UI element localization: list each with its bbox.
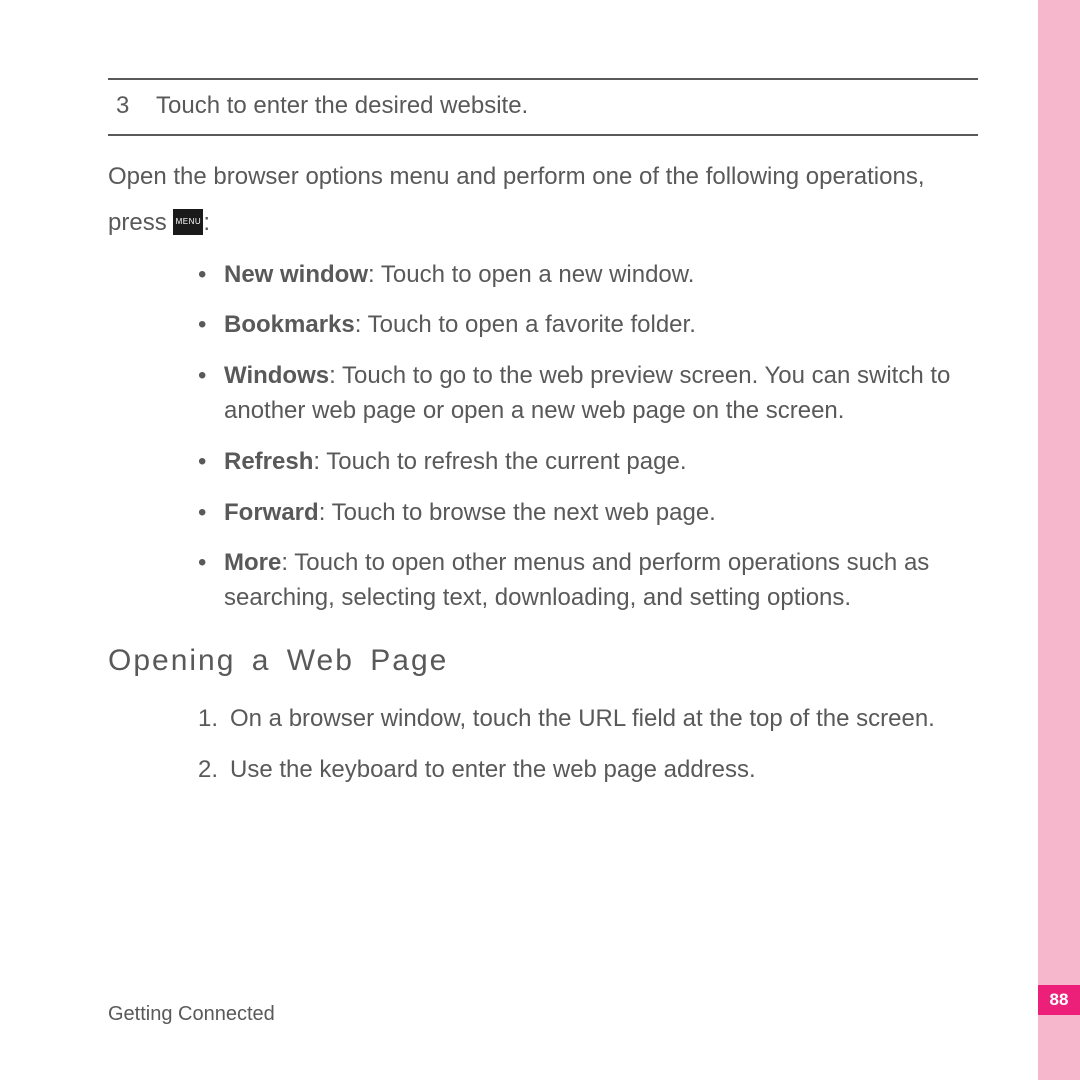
option-text: : Touch to open a favorite folder.: [355, 311, 696, 338]
list-item: New window: Touch to open a new window.: [198, 258, 978, 293]
option-label: More: [224, 549, 281, 576]
option-label: Forward: [224, 499, 319, 526]
section-heading: Opening a Web Page: [108, 644, 978, 678]
list-item: Forward: Touch to browse the next web pa…: [198, 496, 978, 531]
intro-paragraph: Open the browser options menu and perfor…: [108, 154, 978, 245]
intro-text-after: :: [203, 209, 210, 236]
option-label: Windows: [224, 362, 329, 389]
list-item: Refresh: Touch to refresh the current pa…: [198, 445, 978, 480]
list-item: Use the keyboard to enter the web page a…: [198, 753, 978, 788]
step-text: Touch to enter the desired website.: [148, 79, 978, 135]
option-text: : Touch to refresh the current page.: [313, 448, 686, 475]
option-text: : Touch to browse the next web page.: [319, 499, 716, 526]
step-number: 3: [108, 79, 148, 135]
option-label: Bookmarks: [224, 311, 355, 338]
option-text: : Touch to open other menus and perform …: [224, 549, 929, 611]
menu-key-icon: MENU: [173, 209, 203, 235]
intro-text-before: Open the browser options menu and perfor…: [108, 163, 925, 236]
list-item: On a browser window, touch the URL field…: [198, 702, 978, 737]
list-item: Windows: Touch to go to the web preview …: [198, 359, 978, 429]
options-list: New window: Touch to open a new window. …: [198, 258, 978, 616]
list-item: More: Touch to open other menus and perf…: [198, 546, 978, 616]
side-stripe: [1038, 0, 1080, 1080]
steps-list: On a browser window, touch the URL field…: [198, 702, 978, 788]
numbered-step-row: 3 Touch to enter the desired website.: [108, 78, 978, 136]
option-label: New window: [224, 261, 368, 288]
list-item: Bookmarks: Touch to open a favorite fold…: [198, 308, 978, 343]
footer-section-label: Getting Connected: [108, 1003, 275, 1026]
page-content: 3 Touch to enter the desired website. Op…: [108, 78, 978, 804]
option-text: : Touch to go to the web preview screen.…: [224, 362, 950, 424]
page-number-tab: 88: [1038, 985, 1080, 1015]
option-text: : Touch to open a new window.: [368, 261, 694, 288]
option-label: Refresh: [224, 448, 313, 475]
